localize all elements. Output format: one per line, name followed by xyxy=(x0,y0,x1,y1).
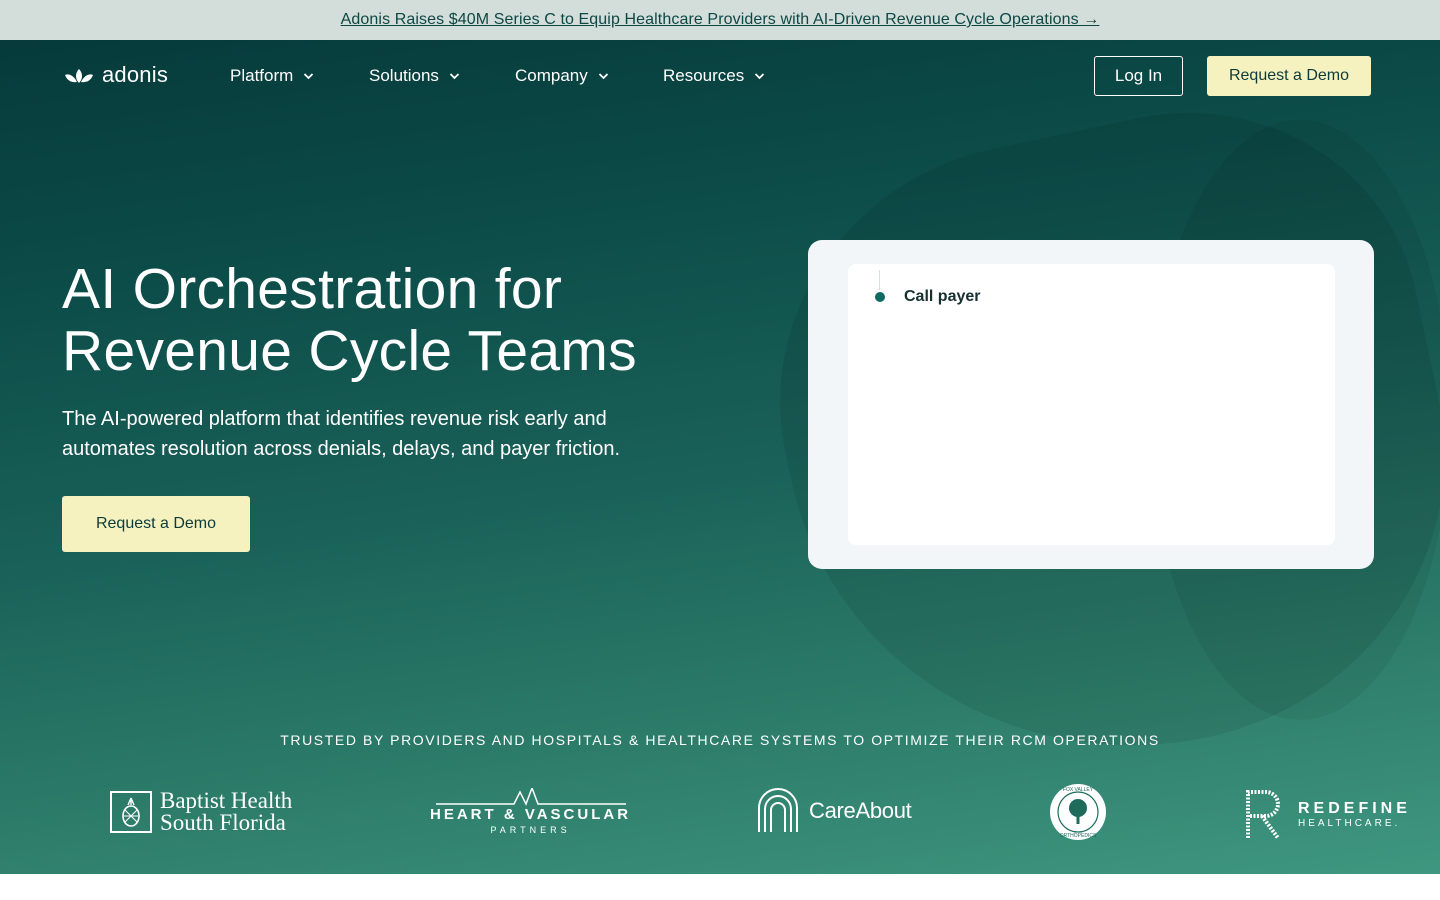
logo-text: HEALTHCARE. xyxy=(1298,817,1401,829)
adonis-logo[interactable]: adonis xyxy=(63,62,168,88)
pineapple-icon xyxy=(110,791,152,833)
login-button[interactable]: Log In xyxy=(1094,56,1183,96)
workflow-card-panel: Call payer xyxy=(848,264,1335,545)
timeline-connector xyxy=(879,270,880,290)
nav-item-company[interactable]: Company xyxy=(515,66,609,86)
logo-text: HEART & VASCULAR xyxy=(430,806,632,823)
hero-subtitle: The AI-powered platform that identifies … xyxy=(62,408,621,460)
hero-title-line: Revenue Cycle Teams xyxy=(62,319,637,383)
step-dot-icon xyxy=(875,292,885,302)
careabout-mark-icon xyxy=(758,788,798,832)
main-nav: adonis Platform Solutions Company Resour… xyxy=(0,40,1440,112)
hero-title-line: AI Orchestration for xyxy=(62,257,563,321)
brand-name: adonis xyxy=(102,62,169,87)
logo-text: PARTNERS xyxy=(490,825,571,835)
logo-text: CareAbout xyxy=(809,798,912,823)
page-bottom-area xyxy=(0,874,1440,900)
baptist-health-logo: Baptist Health South Florida xyxy=(110,788,293,835)
customer-logos: Baptist Health South Florida HEART & VAS… xyxy=(0,780,1440,850)
logo-text: Baptist Health xyxy=(160,788,293,813)
hero-section: adonis Platform Solutions Company Resour… xyxy=(0,40,1440,874)
chevron-down-icon xyxy=(598,73,608,80)
leaf-logo-icon xyxy=(65,69,93,83)
nav-item-label: Resources xyxy=(663,66,745,85)
logo-text: REDEFINE xyxy=(1298,799,1411,817)
hero-request-demo-button[interactable]: Request a Demo xyxy=(62,496,250,552)
logo-text: ORTHOPEDICS xyxy=(1060,833,1097,839)
announcement-bar: Adonis Raises $40M Series C to Equip Hea… xyxy=(0,0,1440,40)
workflow-step-label: Call payer xyxy=(904,288,981,305)
redefine-r-icon xyxy=(1246,790,1280,840)
heart-vascular-logo: HEART & VASCULAR PARTNERS xyxy=(430,788,631,835)
nav-item-label: Company xyxy=(515,66,588,85)
redefine-healthcare-logo: REDEFINE HEALTHCARE. xyxy=(1240,786,1411,842)
workflow-card: Call payer xyxy=(808,240,1374,569)
nav-item-resources[interactable]: Resources xyxy=(663,66,765,86)
hero-title: AI Orchestration for Revenue Cycle Teams xyxy=(62,258,722,382)
careabout-logo: CareAbout xyxy=(755,788,912,834)
request-demo-button[interactable]: Request a Demo xyxy=(1207,56,1371,96)
fox-valley-logo: FOX VALLEY ORTHOPEDICS xyxy=(1048,782,1108,842)
logo-text: South Florida xyxy=(160,810,286,835)
nav-item-label: Platform xyxy=(230,66,294,85)
announcement-link[interactable]: Adonis Raises $40M Series C to Equip Hea… xyxy=(341,11,1100,29)
nav-item-platform[interactable]: Platform xyxy=(230,66,314,86)
trusted-heading: TRUSTED BY PROVIDERS AND HOSPITALS & HEA… xyxy=(280,732,1160,748)
heartbeat-line-icon xyxy=(435,788,626,806)
nav-item-label: Solutions xyxy=(369,66,439,85)
chevron-down-icon xyxy=(449,73,460,80)
logo-text: FOX VALLEY xyxy=(1063,787,1094,793)
fox-valley-seal-icon: FOX VALLEY ORTHOPEDICS xyxy=(1050,784,1106,840)
chevron-down-icon xyxy=(304,73,314,80)
nav-item-solutions[interactable]: Solutions xyxy=(369,66,460,86)
chevron-down-icon xyxy=(755,73,765,80)
